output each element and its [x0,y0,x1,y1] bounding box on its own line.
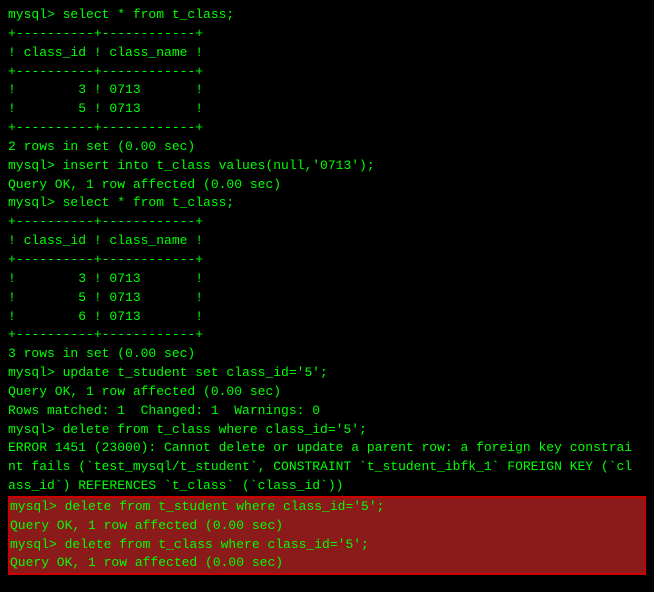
terminal-line: Query OK, 1 row affected (0.00 sec) [10,517,644,536]
terminal-line: ! class_id ! class_name ! [8,44,646,63]
terminal-line: Rows matched: 1 Changed: 1 Warnings: 0 [8,402,646,421]
terminal-line: ! 3 ! 0713 ! [8,270,646,289]
terminal-line: mysql> select * from t_class; [8,194,646,213]
terminal-line: mysql> delete from t_class where class_i… [8,421,646,440]
terminal-line: ! 6 ! 0713 ! [8,308,646,327]
terminal-line: mysql> insert into t_class values(null,'… [8,157,646,176]
terminal-line: +----------+------------+ [8,326,646,345]
terminal-line: +----------+------------+ [8,63,646,82]
terminal-line: Query OK, 1 row affected (0.00 sec) [8,176,646,195]
terminal-line: ass_id`) REFERENCES `t_class` (`class_id… [8,477,646,496]
terminal-line: Query OK, 1 row affected (0.00 sec) [8,383,646,402]
terminal-line: Query OK, 1 row affected (0.00 sec) [10,554,644,573]
terminal-line: ! 5 ! 0713 ! [8,289,646,308]
terminal-line: nt fails (`test_mysql/t_student`, CONSTR… [8,458,646,477]
terminal-line: ERROR 1451 (23000): Cannot delete or upd… [8,439,646,458]
terminal-line: mysql> delete from t_student where class… [10,498,644,517]
terminal-line: 3 rows in set (0.00 sec) [8,345,646,364]
terminal-line: +----------+------------+ [8,25,646,44]
terminal-line: mysql> delete from t_class where class_i… [10,536,644,555]
terminal-line: mysql> update t_student set class_id='5'… [8,364,646,383]
highlight-block: mysql> delete from t_student where class… [8,496,646,575]
terminal-window: mysql> select * from t_class;+----------… [0,0,654,592]
terminal-line: +----------+------------+ [8,119,646,138]
terminal-line: +----------+------------+ [8,213,646,232]
terminal-line: ! 5 ! 0713 ! [8,100,646,119]
terminal-line: +----------+------------+ [8,251,646,270]
terminal-line: ! class_id ! class_name ! [8,232,646,251]
terminal-line: ! 3 ! 0713 ! [8,81,646,100]
terminal-line: mysql> select * from t_class; [8,6,646,25]
terminal-line: 2 rows in set (0.00 sec) [8,138,646,157]
